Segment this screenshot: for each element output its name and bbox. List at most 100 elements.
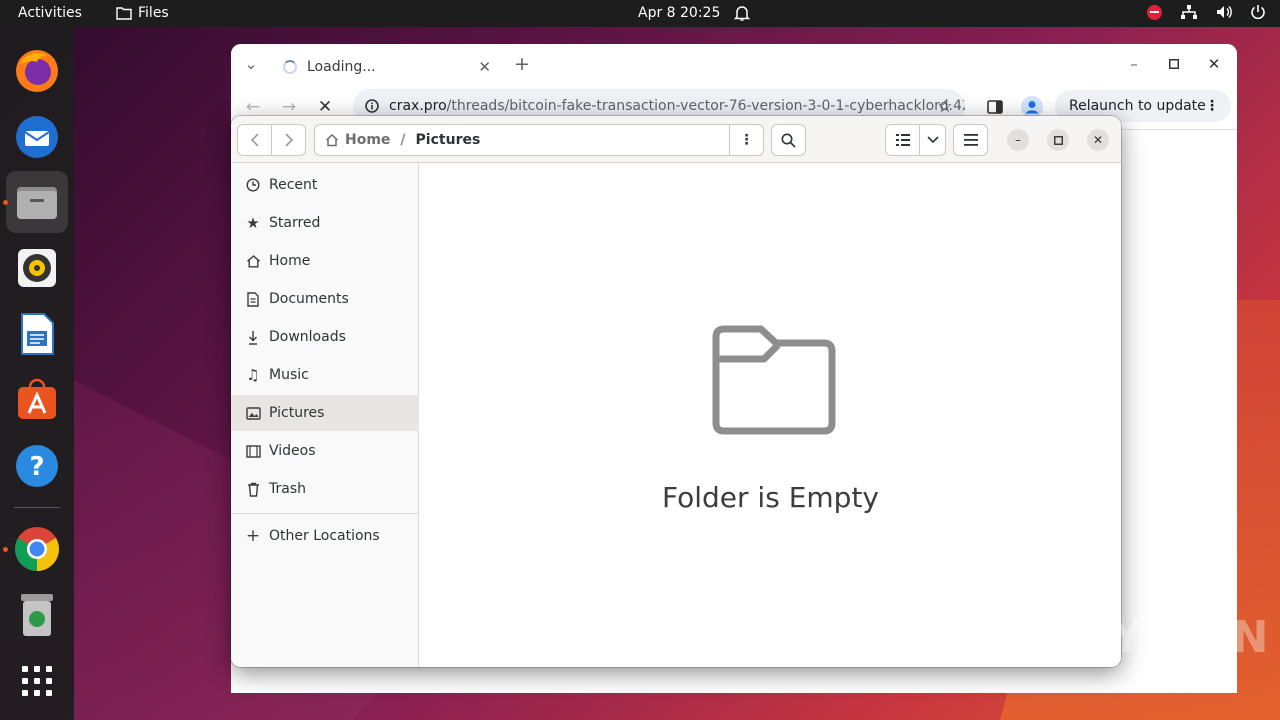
window-minimize-button[interactable]: – [1007,129,1029,151]
path-menu-button[interactable]: ⋮ [729,124,764,156]
chrome-icon [15,527,59,571]
window-close-button[interactable]: ✕ [1087,129,1109,151]
chevron-down-icon [926,136,939,144]
sidebar-item-documents[interactable]: Documents [231,281,419,317]
document-icon [244,291,262,307]
sidebar-item-label: Other Locations [269,528,380,544]
sidebar-item-pictures[interactable]: Pictures [231,395,419,431]
window-maximize-button[interactable] [1047,129,1069,151]
search-icon [781,133,796,148]
sidebar-item-label: Videos [269,443,316,459]
top-bar: Activities Files Apr 8 20:25 [0,0,1280,27]
list-view-button[interactable] [885,124,920,156]
tab-search-icon[interactable]: ⌄ [239,54,263,74]
running-indicator [3,547,8,552]
sidebar-item-trash[interactable]: Trash [231,471,419,507]
dock-item-writer[interactable] [6,303,68,365]
side-panel-icon[interactable] [985,97,1005,117]
dock-item-firefox[interactable] [6,40,68,102]
download-icon [244,330,262,345]
stop-loading-icon[interactable]: ✕ [315,97,335,117]
activities-button[interactable]: Activities [18,5,82,21]
videos-icon [244,444,262,458]
site-info-icon[interactable] [365,99,379,113]
chevron-left-icon [250,133,259,147]
profile-avatar-icon[interactable] [1021,96,1043,118]
no-entry-icon[interactable] [1147,4,1162,20]
app-center-icon [18,378,56,419]
close-icon[interactable]: ✕ [1204,54,1224,74]
help-icon: ? [16,445,58,487]
empty-folder-message: Folder is Empty [662,481,879,514]
star-icon: ★ [246,214,260,232]
new-tab-icon[interactable]: + [512,53,532,75]
empty-folder-icon [712,325,836,435]
bell-icon[interactable] [734,4,750,22]
back-icon[interactable]: ← [243,97,263,117]
sidebar-item-music[interactable]: ♫ Music [231,357,419,393]
sidebar-item-label: Music [269,367,309,383]
main-menu-button[interactable] [953,124,988,156]
path-bar[interactable]: Home / Pictures [314,124,764,156]
clock[interactable]: Apr 8 20:25 [638,5,720,21]
music-icon: ♫ [246,366,260,384]
list-view-icon [895,134,910,146]
app-menu[interactable]: Files [116,5,169,21]
forward-icon[interactable]: → [279,97,299,117]
sidebar-item-home[interactable]: Home [231,243,419,279]
rhythmbox-icon [18,249,56,287]
sidebar-item-label: Starred [269,215,321,231]
minimize-icon: – [1015,133,1021,147]
back-button[interactable] [237,124,272,156]
svg-text:?: ? [29,452,44,482]
breadcrumb-current[interactable]: Pictures [416,132,481,148]
more-menu-icon[interactable]: ⋮ [1205,98,1219,114]
search-button[interactable] [771,124,806,156]
tab-close-icon[interactable]: ✕ [478,58,491,76]
folder-icon [116,7,132,20]
maximize-icon [1053,135,1063,145]
pictures-icon [244,406,262,420]
sidebar-item-label: Trash [269,481,306,497]
view-options-button[interactable] [919,124,946,156]
file-view[interactable]: Folder is Empty [420,163,1121,667]
breadcrumb-home[interactable]: Home [315,132,390,148]
system-tray[interactable] [1147,4,1266,20]
sidebar-item-label: Home [269,253,311,269]
sidebar-separator [231,513,419,514]
firefox-icon [16,50,58,92]
files-window: Home / Pictures ⋮ – ✕ Recent ★ Starred H… [231,116,1121,667]
dock-item-rhythmbox[interactable] [6,237,68,299]
dock-item-app-center[interactable] [6,369,68,431]
dock-item-chrome[interactable] [6,518,68,580]
libreoffice-writer-icon [21,313,54,355]
dock-item-show-apps[interactable] [6,650,68,712]
dock-item-thunderbird[interactable] [6,106,68,168]
maximize-icon[interactable] [1164,54,1184,74]
forward-button[interactable] [271,124,306,156]
plus-icon: + [245,526,261,546]
minimize-icon[interactable]: – [1124,54,1144,74]
sidebar-item-label: Recent [269,177,318,193]
network-icon [1181,5,1197,19]
bookmark-star-icon[interactable]: ☆ [935,97,955,117]
close-icon: ✕ [1092,133,1104,147]
thunderbird-icon [16,116,58,158]
sidebar-item-videos[interactable]: Videos [231,433,419,469]
trash-icon [21,594,53,636]
more-options-icon: ⋮ [739,132,754,148]
sidebar-item-label: Pictures [269,405,325,421]
browser-tab[interactable]: Loading... ✕ [275,50,503,84]
sidebar-item-downloads[interactable]: Downloads [231,319,419,355]
sidebar-item-other-locations[interactable]: + Other Locations [231,518,419,554]
places-sidebar: Recent ★ Starred Home Documents Download… [231,163,419,667]
breadcrumb-separator: / [400,132,406,148]
show-apps-icon [22,666,52,696]
dock-item-trash[interactable] [6,584,68,646]
dock-item-files[interactable] [6,171,68,233]
chevron-right-icon [284,133,293,147]
relaunch-label: Relaunch to update [1069,98,1206,114]
sidebar-item-recent[interactable]: Recent [231,167,419,203]
dock-item-help[interactable]: ? [6,435,68,497]
sidebar-item-starred[interactable]: ★ Starred [231,205,419,241]
